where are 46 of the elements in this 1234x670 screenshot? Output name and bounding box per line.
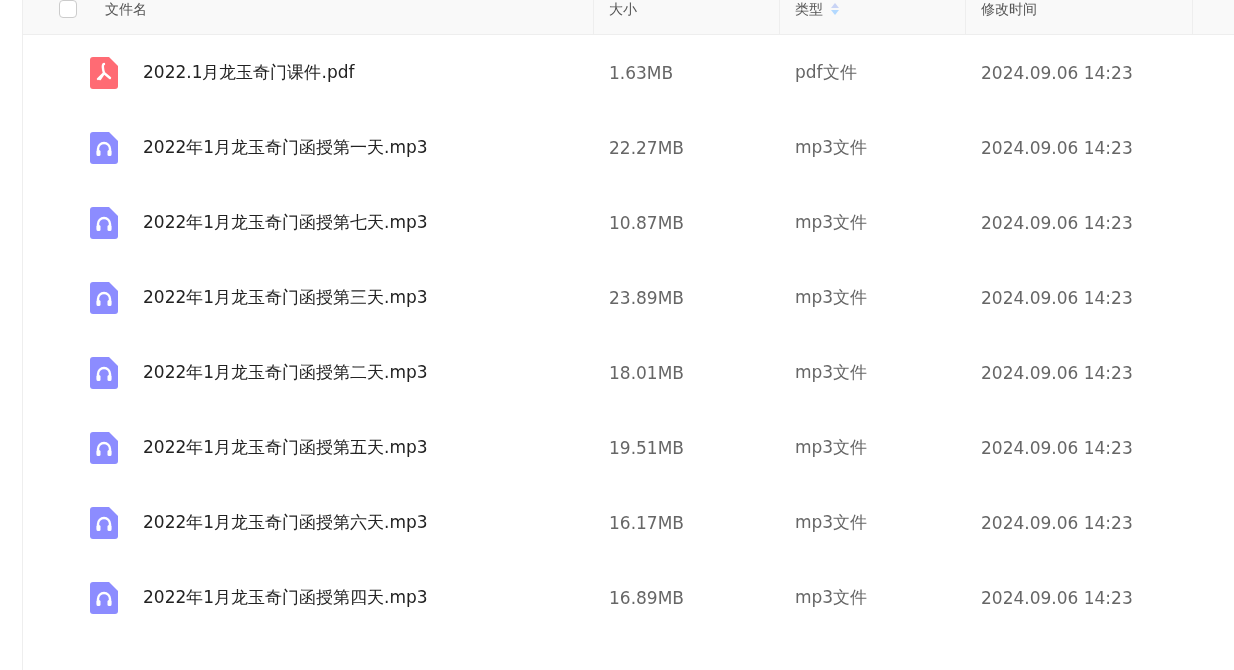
file-name[interactable]: 2022年1月龙玉奇门函授第五天.mp3	[143, 436, 428, 459]
sort-icon[interactable]	[831, 3, 839, 15]
modified-time: 2024.09.06 14:23	[980, 587, 1134, 608]
file-name[interactable]: 2022年1月龙玉奇门函授第六天.mp3	[143, 511, 428, 534]
modified-time: 2024.09.06 14:23	[980, 512, 1134, 533]
file-size: 23.89MB	[608, 287, 685, 308]
file-name[interactable]: 2022年1月龙玉奇门函授第一天.mp3	[143, 136, 428, 159]
file-size: 16.17MB	[608, 512, 685, 533]
modified-time: 2024.09.06 14:23	[980, 437, 1134, 458]
file-size: 22.27MB	[608, 137, 685, 158]
column-header[interactable]: 类型	[795, 1, 823, 17]
headphones-file-icon	[90, 506, 118, 539]
file-type: mp3文件	[794, 511, 869, 534]
column-header[interactable]: 修改时间	[981, 1, 1037, 17]
modified-time: 2024.09.06 14:23	[980, 62, 1134, 83]
headphones-file-icon	[90, 581, 118, 614]
headphones-file-icon	[90, 206, 118, 239]
column-header[interactable]: 文件名	[105, 1, 147, 17]
headphones-file-icon	[90, 131, 118, 164]
select-all-checkbox[interactable]	[59, 0, 77, 18]
column-header[interactable]: 大小	[609, 1, 637, 17]
file-size: 1.63MB	[608, 62, 675, 83]
pdf-file-icon	[90, 56, 118, 89]
file-type: mp3文件	[794, 436, 869, 459]
file-name[interactable]: 2022年1月龙玉奇门函授第二天.mp3	[143, 361, 428, 384]
file-type: mp3文件	[794, 286, 869, 309]
file-name[interactable]: 2022年1月龙玉奇门函授第四天.mp3	[143, 586, 428, 609]
file-type: pdf文件	[794, 61, 858, 84]
file-size: 18.01MB	[608, 362, 685, 383]
headphones-file-icon	[90, 281, 118, 314]
file-name[interactable]: 2022.1月龙玉奇门课件.pdf	[143, 61, 355, 84]
modified-time: 2024.09.06 14:23	[980, 362, 1134, 383]
file-type: mp3文件	[794, 586, 869, 609]
file-type: mp3文件	[794, 361, 869, 384]
modified-time: 2024.09.06 14:23	[980, 212, 1134, 233]
headphones-file-icon	[90, 356, 118, 389]
file-name[interactable]: 2022年1月龙玉奇门函授第三天.mp3	[143, 286, 428, 309]
file-size: 19.51MB	[608, 437, 685, 458]
file-type: mp3文件	[794, 211, 869, 234]
headphones-file-icon	[90, 431, 118, 464]
file-size: 16.89MB	[608, 587, 685, 608]
file-name[interactable]: 2022年1月龙玉奇门函授第七天.mp3	[143, 211, 428, 234]
file-type: mp3文件	[794, 136, 869, 159]
modified-time: 2024.09.06 14:23	[980, 287, 1134, 308]
modified-time: 2024.09.06 14:23	[980, 137, 1134, 158]
file-size: 10.87MB	[608, 212, 685, 233]
